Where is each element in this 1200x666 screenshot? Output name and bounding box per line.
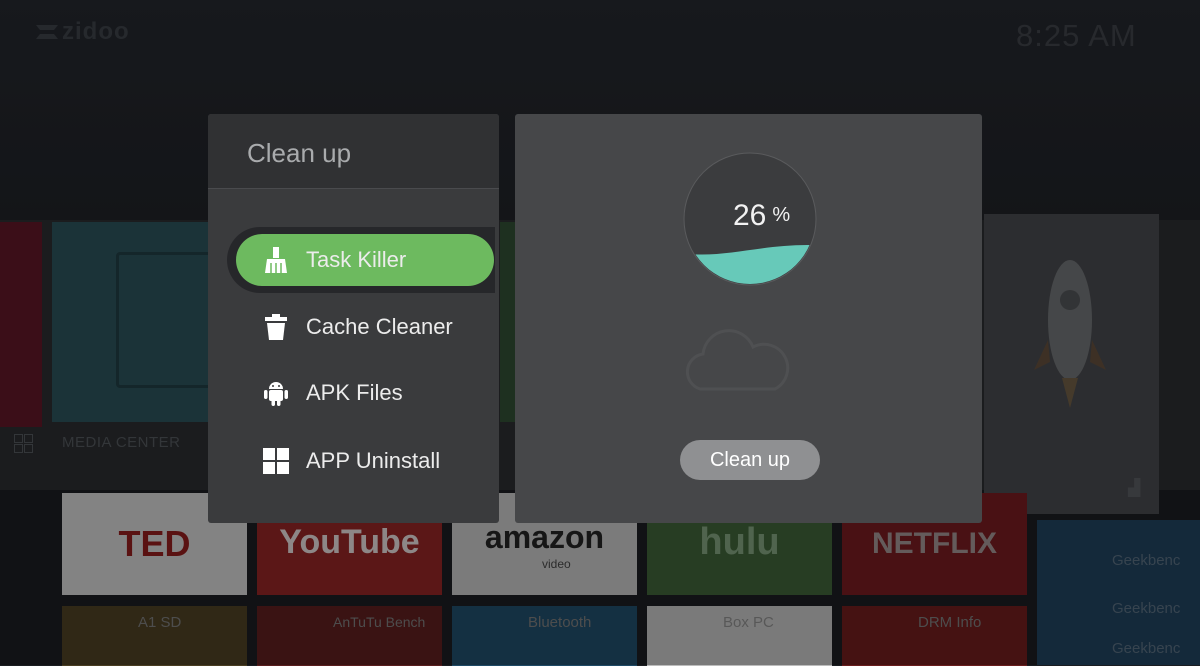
menu-item-app-uninstall[interactable]: APP Uninstall [236,435,494,487]
menu-item-label: Task Killer [306,247,407,272]
trash-icon [265,314,287,340]
menu-item-apk-files[interactable]: APK Files [236,367,494,419]
cleanup-menu-panel: Clean up Task Killer Cache Cleaner APK F… [208,114,499,523]
memory-percent: 26% [733,199,790,233]
grid-icon [263,448,289,474]
menu-item-label: Cache Cleaner [306,314,453,339]
percent-unit: % [772,204,791,226]
menu-item-label: APK Files [306,380,403,405]
menu-item-task-killer[interactable]: Task Killer [236,234,494,286]
broom-icon [265,247,287,273]
menu-title: Clean up [247,138,352,168]
menu-item-cache-cleaner[interactable]: Cache Cleaner [236,301,494,353]
android-icon [264,382,288,406]
menu-item-label: APP Uninstall [306,448,441,473]
cloud-icon [685,329,790,391]
task-killer-panel: 26% Clean up [515,114,982,523]
clean-up-button[interactable]: Clean up [680,440,820,480]
percent-value: 26 [733,199,767,232]
menu-header: Clean up [208,114,499,189]
